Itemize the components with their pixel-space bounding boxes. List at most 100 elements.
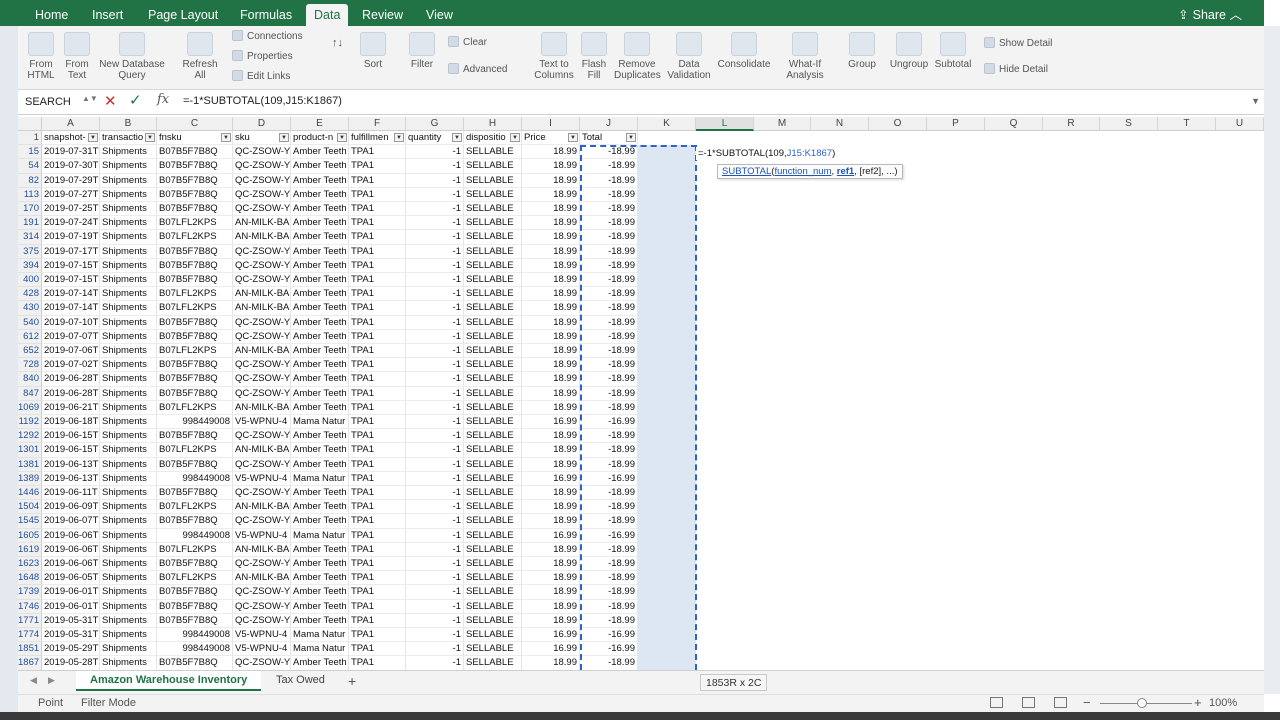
table-cell[interactable]: Shipments [100, 486, 157, 501]
table-cell[interactable]: 18.99 [522, 145, 580, 160]
table-cell[interactable]: 18.99 [522, 258, 580, 273]
table-cell[interactable]: QC-ZSOW-Y [233, 585, 291, 600]
insert-function-icon[interactable]: fx [157, 92, 169, 107]
table-cell[interactable]: Amber Teeth [291, 230, 349, 245]
row-header[interactable]: 1446 [18, 486, 42, 501]
table-cell[interactable]: 18.99 [522, 557, 580, 572]
table-cell[interactable]: B07B5F7B8Q [157, 457, 233, 472]
table-cell[interactable]: 2019-06-06T [42, 557, 100, 572]
table-cell[interactable]: AN-MILK-BA [233, 301, 291, 316]
table-header-cell[interactable]: product-n ▼ [291, 131, 349, 146]
row-header[interactable]: 612 [18, 329, 42, 344]
table-cell[interactable]: 2019-06-13T [42, 457, 100, 472]
table-cell[interactable]: -1 [406, 656, 464, 670]
table-cell[interactable]: TPA1 [349, 244, 406, 259]
table-cell[interactable]: 2019-06-18T [42, 415, 100, 430]
table-cell[interactable]: Shipments [100, 557, 157, 572]
edit-links-button[interactable]: Edit Links [232, 70, 290, 84]
table-cell[interactable]: QC-ZSOW-Y [233, 514, 291, 529]
consolidate-button[interactable]: Consolidate [716, 32, 772, 70]
column-header-f[interactable]: F [349, 117, 406, 131]
table-cell[interactable]: QC-ZSOW-Y [233, 613, 291, 628]
table-cell[interactable]: SELLABLE [464, 471, 522, 486]
column-header-t[interactable]: T [1158, 117, 1216, 131]
table-cell[interactable]: 18.99 [522, 315, 580, 330]
table-cell[interactable]: -18.99 [580, 301, 638, 316]
table-cell[interactable]: SELLABLE [464, 642, 522, 657]
table-cell[interactable]: SELLABLE [464, 613, 522, 628]
table-cell[interactable]: SELLABLE [464, 258, 522, 273]
sort-button[interactable]: Sort [358, 32, 388, 70]
normal-view-icon[interactable] [990, 697, 1003, 708]
what-if-analysis-button[interactable]: What-If Analysis [784, 32, 826, 81]
row-header[interactable]: 1192 [18, 415, 42, 430]
table-cell[interactable]: B07B5F7B8Q [157, 386, 233, 401]
zoom-level[interactable]: 100% [1209, 697, 1237, 709]
row-header[interactable]: 54 [18, 159, 42, 174]
properties-button[interactable]: Properties [232, 50, 293, 64]
table-cell[interactable]: AN-MILK-BA [233, 443, 291, 458]
table-cell[interactable]: TPA1 [349, 542, 406, 557]
column-header-e[interactable]: E [291, 117, 349, 131]
table-cell[interactable]: 16.99 [522, 471, 580, 486]
table-cell[interactable]: 2019-07-29T [42, 173, 100, 188]
table-cell[interactable]: -18.99 [580, 457, 638, 472]
row-header[interactable]: 1381 [18, 457, 42, 472]
column-header-k[interactable]: K [638, 117, 696, 131]
table-cell[interactable]: 2019-06-21T [42, 400, 100, 415]
table-cell[interactable]: TPA1 [349, 187, 406, 202]
table-header-cell[interactable]: fulfillmen ▼ [349, 131, 406, 146]
row-header[interactable]: 113 [18, 187, 42, 202]
table-cell[interactable]: -1 [406, 358, 464, 373]
table-cell[interactable]: TPA1 [349, 457, 406, 472]
table-cell[interactable]: B07B5F7B8Q [157, 656, 233, 670]
table-cell[interactable]: B07LFL2KPS [157, 230, 233, 245]
table-cell[interactable]: -16.99 [580, 471, 638, 486]
table-cell[interactable]: Amber Teeth [291, 301, 349, 316]
table-cell[interactable]: -18.99 [580, 500, 638, 515]
table-cell[interactable]: 18.99 [522, 585, 580, 600]
table-cell[interactable]: TPA1 [349, 528, 406, 543]
table-cell[interactable]: TPA1 [349, 557, 406, 572]
table-cell[interactable]: 2019-05-31T [42, 613, 100, 628]
table-cell[interactable]: 2019-07-06T [42, 344, 100, 359]
data-validation-button[interactable]: Data Validation [666, 32, 712, 81]
table-cell[interactable]: QC-ZSOW-Y [233, 173, 291, 188]
table-cell[interactable]: QC-ZSOW-Y [233, 315, 291, 330]
table-cell[interactable]: B07B5F7B8Q [157, 599, 233, 614]
table-cell[interactable]: TPA1 [349, 145, 406, 160]
table-cell[interactable]: TPA1 [349, 159, 406, 174]
table-cell[interactable]: TPA1 [349, 613, 406, 628]
row-header[interactable]: 375 [18, 244, 42, 259]
table-cell[interactable]: TPA1 [349, 358, 406, 373]
table-cell[interactable]: AN-MILK-BA [233, 230, 291, 245]
table-cell[interactable]: Amber Teeth [291, 585, 349, 600]
table-cell[interactable]: 16.99 [522, 642, 580, 657]
sheet-tab-amazon-warehouse-inventory[interactable]: Amazon Warehouse Inventory [76, 671, 262, 691]
table-cell[interactable]: 2019-06-09T [42, 500, 100, 515]
table-cell[interactable]: QC-ZSOW-Y [233, 599, 291, 614]
row-header[interactable]: 840 [18, 372, 42, 387]
table-cell[interactable]: B07LFL2KPS [157, 571, 233, 586]
table-cell[interactable]: TPA1 [349, 471, 406, 486]
table-cell[interactable]: SELLABLE [464, 486, 522, 501]
table-cell[interactable]: 2019-07-31T [42, 145, 100, 160]
table-cell[interactable]: Shipments [100, 542, 157, 557]
table-cell[interactable]: -18.99 [580, 187, 638, 202]
table-cell[interactable]: -18.99 [580, 329, 638, 344]
table-cell[interactable]: -1 [406, 443, 464, 458]
subtotal-button[interactable]: Subtotal [934, 32, 972, 70]
table-cell[interactable]: -18.99 [580, 173, 638, 188]
table-cell[interactable]: -1 [406, 599, 464, 614]
row-header[interactable]: 652 [18, 344, 42, 359]
table-cell[interactable]: Amber Teeth [291, 258, 349, 273]
table-cell[interactable]: Shipments [100, 244, 157, 259]
table-cell[interactable]: -18.99 [580, 386, 638, 401]
table-cell[interactable]: TPA1 [349, 656, 406, 670]
row-header[interactable]: 1774 [18, 628, 42, 643]
table-cell[interactable]: V5-WPNU-4 [233, 628, 291, 643]
table-cell[interactable]: 18.99 [522, 386, 580, 401]
table-cell[interactable]: -18.99 [580, 557, 638, 572]
table-cell[interactable]: Shipments [100, 230, 157, 245]
table-cell[interactable]: TPA1 [349, 415, 406, 430]
